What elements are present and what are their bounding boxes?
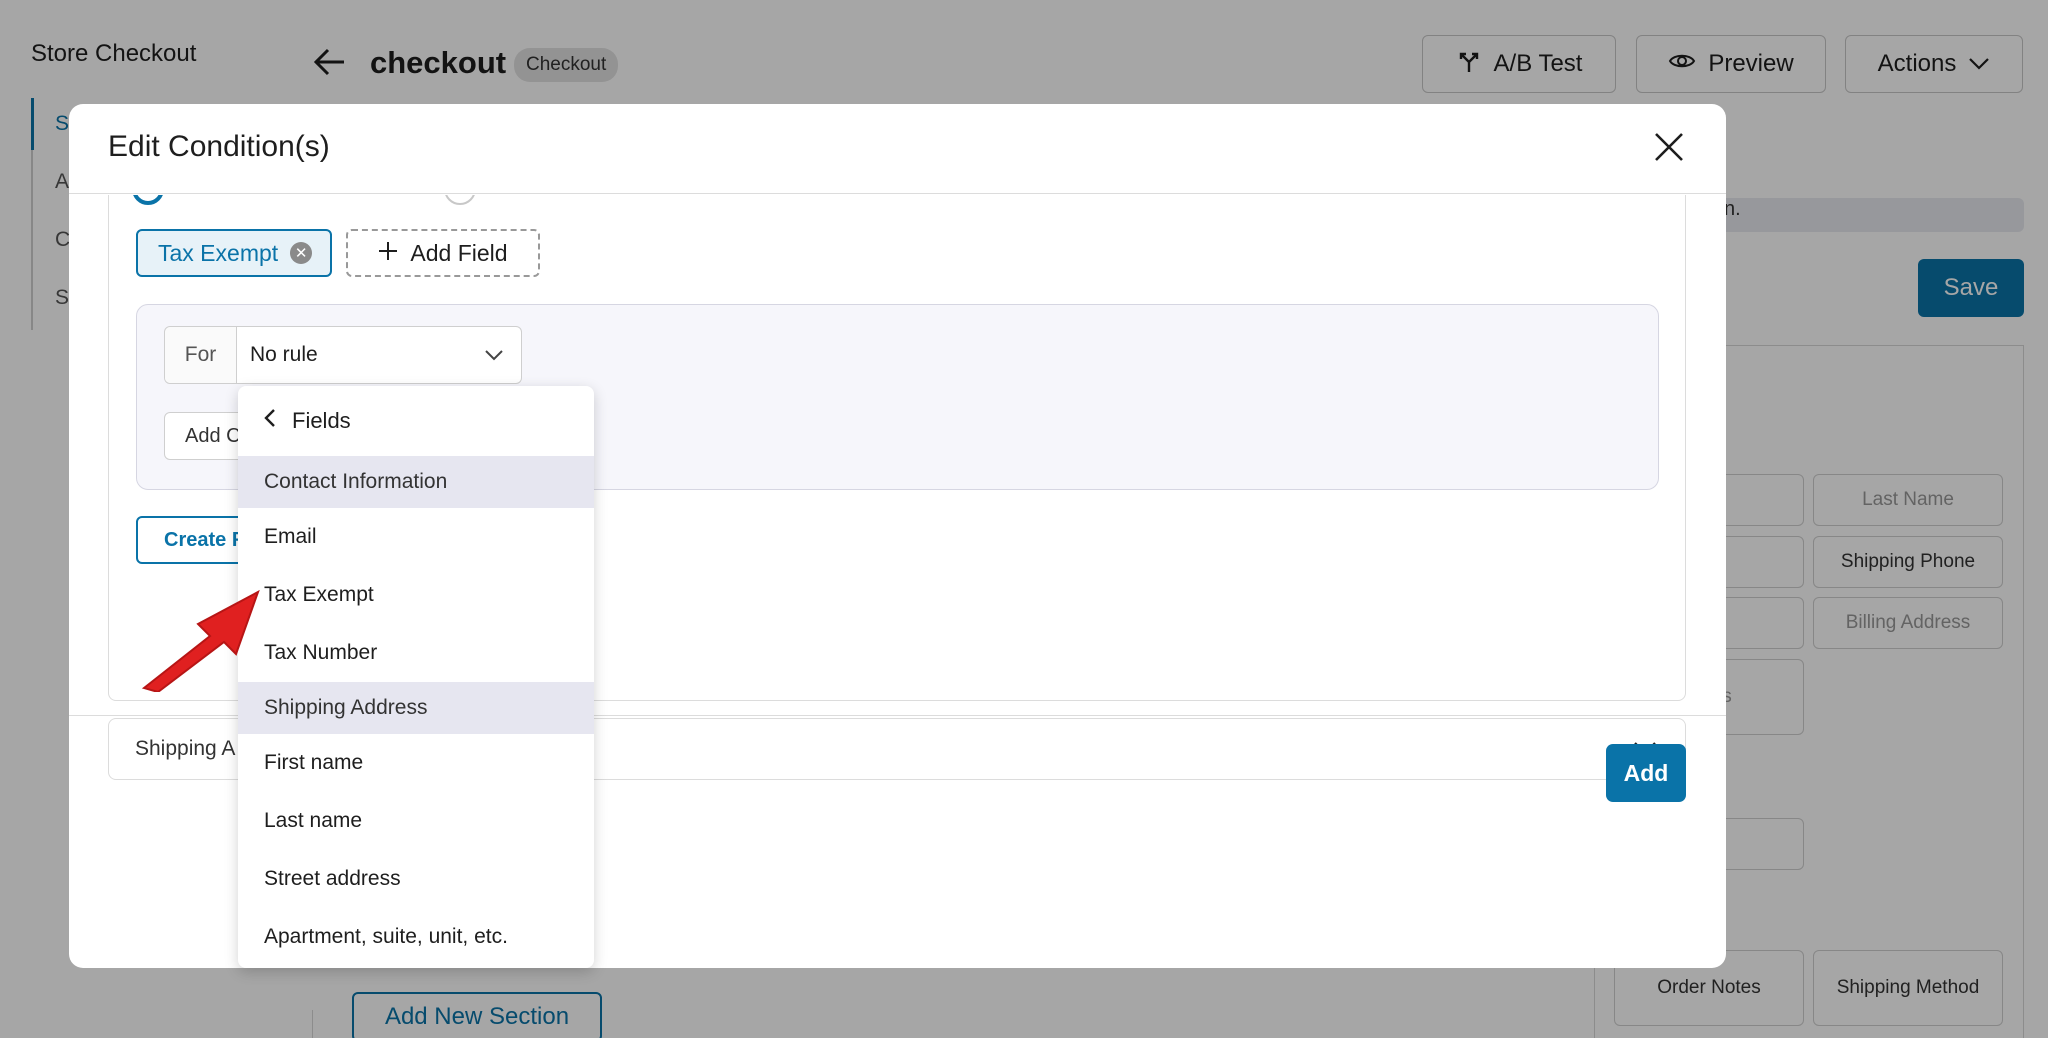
selected-field-tag: Tax Exempt ✕: [136, 229, 333, 277]
add-field-button[interactable]: Add Field: [346, 229, 540, 277]
dropdown-item-street-address[interactable]: Street address: [238, 850, 594, 908]
dropdown-back-button[interactable]: Fields: [238, 386, 594, 456]
dropdown-item-first-name[interactable]: First name: [238, 734, 594, 792]
annotation-arrow-icon: [140, 584, 268, 694]
dropdown-group-header: Shipping Address: [238, 682, 594, 734]
dropdown-item-last-name[interactable]: Last name: [238, 792, 594, 850]
rule-select-value: No rule: [250, 343, 318, 366]
rule-select[interactable]: No rule: [237, 327, 521, 383]
dropdown-item-tax-number[interactable]: Tax Number: [238, 624, 594, 682]
selected-field-label: Tax Exempt: [158, 239, 279, 266]
for-label: For: [165, 327, 237, 383]
chevron-down-icon: [485, 343, 503, 367]
dropdown-item-apartment[interactable]: Apartment, suite, unit, etc.: [238, 908, 594, 966]
dropdown-back-label: Fields: [292, 408, 351, 433]
plus-icon: [378, 240, 398, 267]
modal-title: Edit Condition(s): [108, 130, 330, 163]
chevron-left-icon: [264, 408, 276, 434]
field-dropdown-menu: Fields Contact Information Email Tax Exe…: [238, 386, 594, 968]
add-button[interactable]: Add: [1606, 744, 1686, 802]
remove-tag-icon[interactable]: ✕: [290, 242, 313, 264]
close-icon[interactable]: [1650, 128, 1688, 166]
add-field-label: Add Field: [410, 239, 508, 266]
dropdown-item-email[interactable]: Email: [238, 508, 594, 566]
rule-row: For No rule: [164, 326, 522, 384]
dropdown-group-header: Contact Information: [238, 456, 594, 508]
dropdown-item-tax-exempt[interactable]: Tax Exempt: [238, 566, 594, 624]
modal-header: Edit Condition(s): [69, 104, 1726, 194]
